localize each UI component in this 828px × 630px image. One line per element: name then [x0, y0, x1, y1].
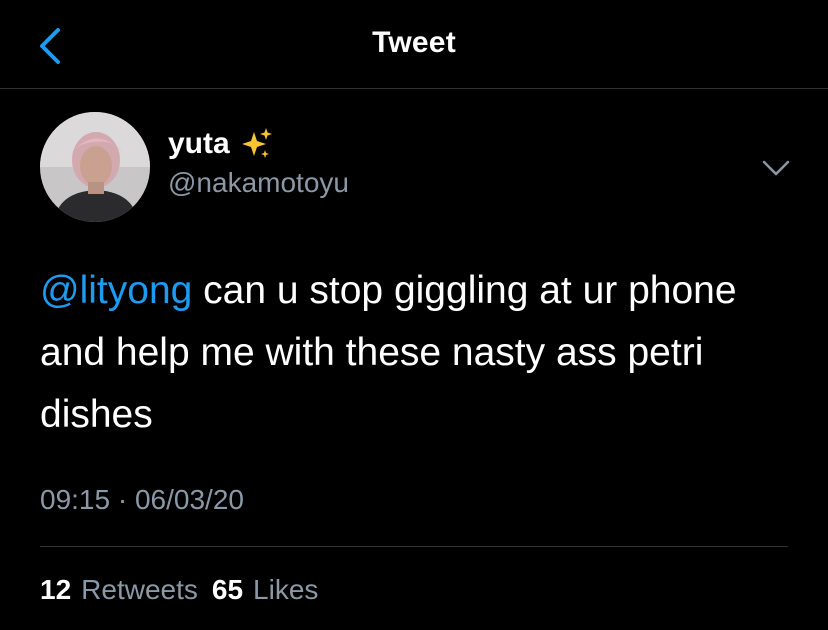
tweet-timestamp: 09:15 · 06/03/20: [40, 484, 244, 516]
retweets-count: 12: [40, 574, 72, 605]
sparkles-icon: [241, 128, 272, 158]
tweet-text: @lityong can u stop giggling at ur phone…: [40, 260, 800, 446]
tweet-stats: 12 Retweets 65 Likes: [40, 574, 332, 606]
chevron-down-icon: [762, 160, 790, 176]
likes-label: Likes: [253, 574, 319, 605]
retweets-stat[interactable]: 12 Retweets: [40, 574, 198, 606]
more-options-button[interactable]: [760, 152, 792, 184]
stats-divider: [40, 546, 788, 547]
tweet-time: 09:15: [40, 484, 111, 515]
avatar-image: [40, 112, 150, 222]
header-divider: [0, 88, 828, 89]
avatar[interactable]: [40, 112, 150, 222]
author-handle[interactable]: @nakamotoyu: [168, 167, 349, 199]
mention-link[interactable]: @lityong: [40, 269, 192, 312]
tweet-date: 06/03/20: [134, 484, 244, 515]
likes-count: 65: [211, 574, 244, 605]
page-title: Tweet: [372, 26, 456, 59]
top-navigation-bar: Tweet: [0, 0, 828, 88]
author-name-row: yuta: [168, 126, 274, 162]
timestamp-separator: ·: [110, 484, 135, 515]
author-name[interactable]: yuta: [168, 127, 230, 161]
retweets-label: Retweets: [81, 574, 198, 605]
likes-stat[interactable]: 65 Likes: [212, 574, 319, 606]
